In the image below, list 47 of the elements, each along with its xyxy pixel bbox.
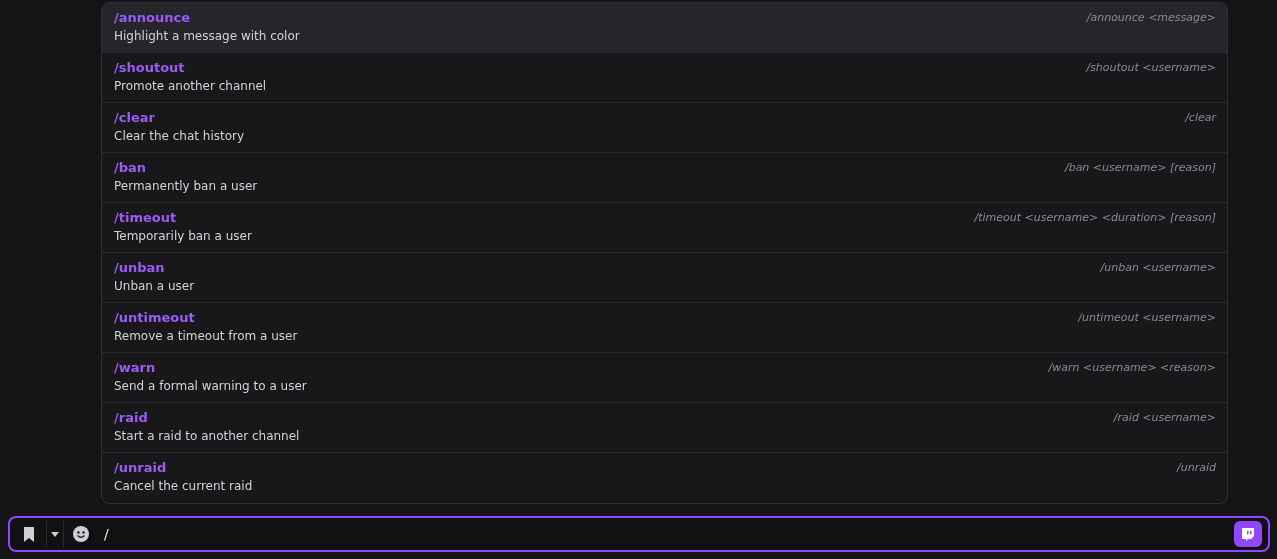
command-item[interactable]: /clear Clear the chat history /clear bbox=[102, 103, 1227, 153]
command-name: /shoutout bbox=[114, 59, 186, 77]
dropdown-button[interactable] bbox=[46, 521, 64, 547]
command-item[interactable]: /announce Highlight a message with color /announce <message> bbox=[102, 3, 1227, 53]
command-name: /untimeout bbox=[114, 309, 196, 327]
command-name: /unban bbox=[114, 259, 166, 277]
command-item[interactable]: /unban Unban a user /unban <username> bbox=[102, 253, 1227, 303]
command-usage: /clear bbox=[1185, 110, 1216, 126]
command-usage: /unban <username> bbox=[1100, 260, 1216, 276]
command-description: Highlight a message with color bbox=[114, 28, 300, 45]
command-description: Temporarily ban a user bbox=[114, 228, 252, 245]
command-usage: /untimeout <username> bbox=[1078, 310, 1216, 326]
command-usage: /unraid bbox=[1177, 460, 1216, 476]
command-description: Cancel the current raid bbox=[114, 478, 253, 495]
command-description: Promote another channel bbox=[114, 78, 267, 95]
command-item[interactable]: /ban Permanently ban a user /ban <username> [reason] bbox=[102, 153, 1227, 203]
command-usage: /shoutout <username> bbox=[1086, 60, 1216, 76]
command-description: Send a formal warning to a user bbox=[114, 378, 307, 395]
command-item[interactable]: /warn Send a formal warning to a user /warn <username> <reason> bbox=[102, 353, 1227, 403]
command-name: /clear bbox=[114, 109, 156, 127]
command-usage: /ban <username> [reason] bbox=[1064, 160, 1216, 176]
bookmark-icon bbox=[23, 526, 35, 542]
command-description: Start a raid to another channel bbox=[114, 428, 300, 445]
command-name: /timeout bbox=[114, 209, 178, 227]
command-description: Permanently ban a user bbox=[114, 178, 258, 195]
command-description: Clear the chat history bbox=[114, 128, 245, 145]
command-usage: /announce <message> bbox=[1086, 10, 1216, 26]
command-name: /announce bbox=[114, 9, 191, 27]
smiley-icon bbox=[73, 526, 89, 542]
command-item[interactable]: /unraid Cancel the current raid /unraid bbox=[102, 453, 1227, 503]
command-description: Unban a user bbox=[114, 278, 195, 295]
command-item[interactable]: /timeout Temporarily ban a user /timeout <username> <duration> [reason] bbox=[102, 203, 1227, 253]
command-name: /warn bbox=[114, 359, 157, 377]
command-usage: /raid <username> bbox=[1113, 410, 1216, 426]
command-name: /ban bbox=[114, 159, 148, 177]
caret-icon bbox=[51, 531, 59, 537]
command-item[interactable]: /raid Start a raid to another channel /raid <username> bbox=[102, 403, 1227, 453]
command-usage: /warn <username> <reason> bbox=[1048, 360, 1216, 376]
command-description: Remove a timeout from a user bbox=[114, 328, 298, 345]
command-name: /raid bbox=[114, 409, 149, 427]
command-item[interactable]: /shoutout Promote another channel /shoutout <username> bbox=[102, 53, 1227, 103]
command-item[interactable]: /untimeout Remove a timeout from a user /untimeout <username> bbox=[102, 303, 1227, 353]
chat-bubble-icon bbox=[1240, 526, 1256, 542]
chat-button[interactable] bbox=[1234, 521, 1262, 547]
command-usage: /timeout <username> <duration> [reason] bbox=[974, 210, 1216, 226]
chat-input-field[interactable]: / bbox=[8, 516, 1270, 552]
command-name: /unraid bbox=[114, 459, 168, 477]
